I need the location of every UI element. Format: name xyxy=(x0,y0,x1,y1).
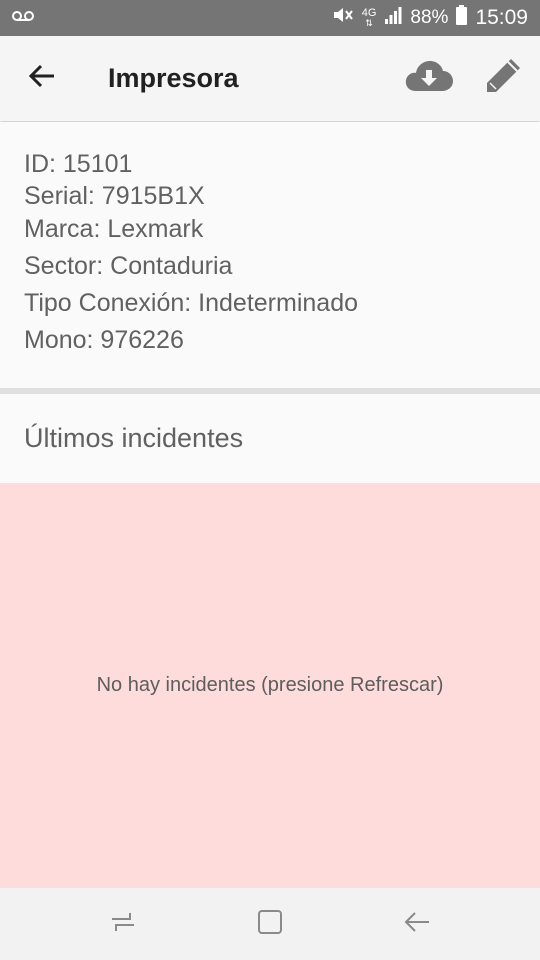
printer-details: ID: 15101 Serial: 7915B1X Marca: Lexmark… xyxy=(0,122,540,388)
signal-icon xyxy=(384,6,402,30)
recents-icon xyxy=(110,909,136,940)
app-bar-actions xyxy=(392,36,540,121)
clock: 15:09 xyxy=(475,6,528,29)
network-4g-icon: 4G ⇅ xyxy=(361,7,377,29)
detail-tipo-conexion: Tipo Conexión: Indeterminado xyxy=(24,289,358,317)
cloud-download-icon xyxy=(404,59,454,98)
empty-message: No hay incidentes (presione Refrescar) xyxy=(96,674,444,696)
recents-button[interactable] xyxy=(83,888,163,960)
battery-icon xyxy=(456,5,468,31)
incidents-title: Últimos incidentes xyxy=(24,423,244,453)
voicemail-icon xyxy=(12,9,34,27)
detail-mono: Mono: 976226 xyxy=(24,326,184,354)
detail-sector: Sector: Contaduria xyxy=(24,252,233,280)
home-icon xyxy=(257,909,283,940)
back-icon xyxy=(403,910,431,939)
back-button[interactable] xyxy=(0,36,84,121)
status-right: 4G ⇅ 88% 15:09 xyxy=(332,5,528,31)
arrow-back-icon xyxy=(28,64,56,93)
edit-pencil-icon xyxy=(484,57,522,100)
incidents-list[interactable]: No hay incidentes (presione Refrescar) xyxy=(0,483,540,888)
system-nav-bar xyxy=(0,888,540,960)
network-label: 4G xyxy=(361,7,377,19)
detail-id: ID: 15101 xyxy=(24,150,133,178)
app-bar: Impresora xyxy=(0,36,540,121)
incidents-header: Últimos incidentes xyxy=(0,394,540,483)
edit-button[interactable] xyxy=(466,36,540,121)
download-button[interactable] xyxy=(392,36,466,121)
status-left xyxy=(12,9,34,27)
status-bar: 4G ⇅ 88% 15:09 xyxy=(0,0,540,36)
detail-marca: Marca: Lexmark xyxy=(24,215,204,243)
home-button[interactable] xyxy=(230,888,310,960)
detail-serial: Serial: 7915B1X xyxy=(24,182,205,210)
mute-icon xyxy=(332,5,354,31)
nav-back-button[interactable] xyxy=(377,888,457,960)
battery-percent: 88% xyxy=(410,7,449,28)
page-title: Impresora xyxy=(108,63,239,93)
